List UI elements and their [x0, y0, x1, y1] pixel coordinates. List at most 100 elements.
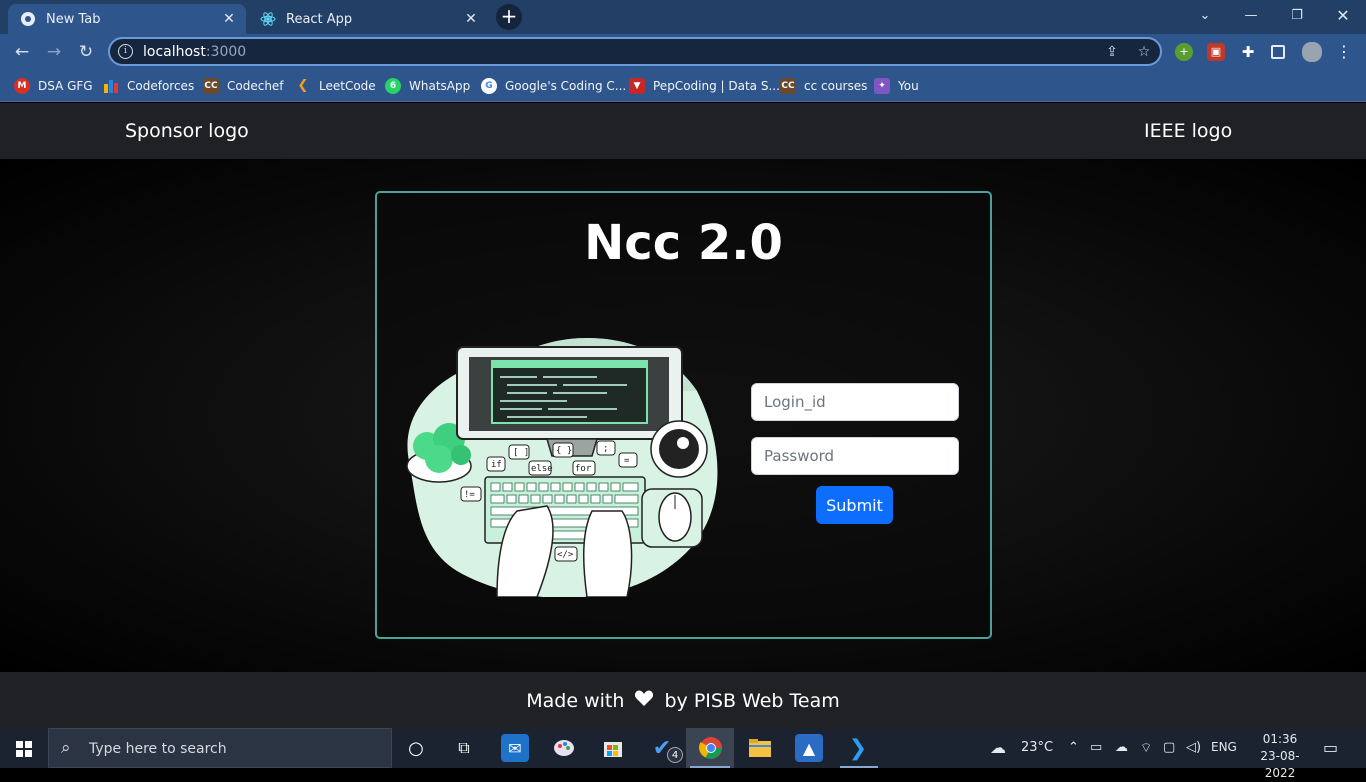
- you-icon: ✦: [874, 78, 890, 94]
- new-tab-button[interactable]: +: [496, 4, 522, 30]
- close-window-icon[interactable]: ✕: [1331, 5, 1355, 27]
- battery-icon[interactable]: ▭: [1090, 740, 1102, 755]
- windows-taskbar: ⌕ Type here to search ○ ⧉ ✉ ✔ 4 ▲ ❯ ☁ 23…: [0, 728, 1366, 780]
- chrome-taskbar-icon[interactable]: [697, 734, 725, 762]
- volume-icon[interactable]: ◁): [1186, 740, 1201, 755]
- svg-text:[ ]: [ ]: [513, 448, 529, 458]
- svg-text:!=: !=: [464, 490, 475, 500]
- onedrive-icon[interactable]: ☁: [1115, 740, 1128, 755]
- url-text[interactable]: localhost:3000: [143, 44, 246, 60]
- site-header: Sponsor logo IEEE logo: [0, 103, 1366, 159]
- cc-icon: CC: [780, 78, 796, 94]
- mail-icon[interactable]: ✉: [501, 734, 529, 762]
- language-indicator[interactable]: ENG: [1211, 740, 1237, 754]
- start-button[interactable]: [0, 728, 48, 768]
- tab-label: React App: [286, 11, 353, 27]
- task-view-icon[interactable]: ⧉: [450, 734, 478, 762]
- weather-cloud-icon[interactable]: ☁: [990, 738, 1006, 757]
- wifi-icon[interactable]: ⌔: [1140, 740, 1152, 756]
- login-card: Ncc 2.0 if [] else {} for ; = != </> L…: [375, 191, 992, 639]
- bookmark-codechef[interactable]: CC Codechef: [203, 76, 284, 96]
- bookmark-google-coding[interactable]: G Google's Coding C...: [481, 76, 626, 96]
- password-input[interactable]: [751, 437, 959, 475]
- bookmark-leetcode[interactable]: ❮ LeetCode: [295, 76, 376, 96]
- svg-text:{ }: { }: [556, 446, 572, 456]
- vscode-icon[interactable]: ❯: [844, 734, 872, 762]
- svg-text:for: for: [575, 464, 592, 474]
- bookmark-dsa-gfg[interactable]: M DSA GFG: [14, 76, 93, 96]
- site-footer: Made with by PISB Web Team: [0, 672, 1366, 728]
- taskbar-search-box[interactable]: ⌕ Type here to search: [48, 728, 392, 768]
- tray-chevron-icon[interactable]: ⌃: [1068, 740, 1079, 755]
- pepcoding-icon: ▼: [629, 78, 645, 94]
- cortana-icon[interactable]: ○: [402, 734, 430, 762]
- file-explorer-icon[interactable]: [746, 734, 774, 762]
- svg-text:=: =: [624, 456, 630, 466]
- tab-search-icon[interactable]: ⌄: [1193, 5, 1217, 27]
- react-icon: [260, 11, 276, 27]
- extension-green-icon[interactable]: +: [1175, 43, 1193, 61]
- login-id-input[interactable]: [751, 383, 959, 421]
- chrome-icon: [20, 11, 36, 27]
- browser-tab-bar: New Tab ✕ React App ✕ + ⌄ — ❐ ✕: [0, 0, 1366, 34]
- meet-icon[interactable]: ▢: [1163, 740, 1175, 755]
- svg-text:if: if: [491, 460, 502, 470]
- clock[interactable]: 01:36 23-08-2022: [1252, 731, 1308, 782]
- taskbar-search-placeholder: Type here to search: [89, 741, 227, 757]
- heart-icon: [634, 672, 654, 730]
- minimize-icon[interactable]: —: [1239, 5, 1263, 27]
- clock-date: 23-08-2022: [1260, 749, 1300, 780]
- bookmark-codeforces[interactable]: Codeforces: [103, 76, 194, 96]
- extensions-puzzle-icon[interactable]: ✚: [1239, 43, 1257, 61]
- tab-new-tab[interactable]: New Tab ✕: [8, 4, 246, 34]
- address-bar[interactable]: i localhost:3000 ⇪ ☆: [108, 37, 1162, 66]
- tab-react-app[interactable]: React App ✕: [248, 4, 488, 34]
- reload-icon[interactable]: ↻: [74, 41, 98, 63]
- leetcode-icon: ❮: [297, 78, 309, 93]
- restore-icon[interactable]: ❐: [1285, 5, 1309, 27]
- share-icon[interactable]: ⇪: [1103, 43, 1121, 61]
- paint-app-icon[interactable]: [550, 734, 578, 762]
- sponsor-logo: Sponsor logo: [125, 120, 249, 142]
- svg-text:;: ;: [603, 444, 608, 454]
- bookmark-cc-courses[interactable]: CC cc courses: [780, 76, 867, 96]
- photos-icon[interactable]: ▲: [795, 734, 823, 762]
- browser-toolbar: ← → ↻ i localhost:3000 ⇪ ☆ + ▣ ✚ ⋮: [0, 34, 1366, 70]
- svg-text:</>: </>: [557, 550, 574, 560]
- close-tab-icon[interactable]: ✕: [220, 10, 238, 28]
- bookmark-star-icon[interactable]: ☆: [1135, 43, 1153, 61]
- ieee-logo: IEEE logo: [1144, 120, 1233, 142]
- forward-icon[interactable]: →: [42, 41, 66, 63]
- clock-time: 01:36: [1262, 732, 1298, 746]
- gmail-icon: M: [14, 78, 30, 94]
- main-content: Ncc 2.0 if [] else {} for ; = != </> L…: [0, 159, 1366, 672]
- cc-icon: CC: [203, 78, 219, 94]
- submit-button[interactable]: Submit: [816, 486, 893, 524]
- profile-avatar[interactable]: [1302, 42, 1322, 62]
- search-icon: ⌕: [61, 738, 71, 758]
- todo-badge: 4: [667, 747, 683, 763]
- bookmark-pepcoding[interactable]: ▼ PepCoding | Data S...: [629, 76, 780, 96]
- site-info-icon[interactable]: i: [118, 44, 133, 59]
- close-tab-icon[interactable]: ✕: [462, 10, 480, 28]
- coding-illustration: if [ ] else { } for ; = != </>: [406, 338, 718, 597]
- store-icon[interactable]: [599, 734, 627, 762]
- svg-text:else: else: [531, 464, 553, 474]
- footer-text-before: Made with: [526, 690, 625, 712]
- google-icon: G: [481, 78, 497, 94]
- tab-label: New Tab: [46, 11, 101, 27]
- menu-kebab-icon[interactable]: ⋮: [1335, 43, 1353, 61]
- weather-temperature[interactable]: 23°C: [1021, 740, 1053, 755]
- page-title: Ncc 2.0: [584, 215, 783, 271]
- bookmarks-bar: M DSA GFG Codeforces CC Codechef ❮ LeetC…: [0, 70, 1366, 102]
- extension-red-icon[interactable]: ▣: [1207, 43, 1225, 61]
- notification-icon[interactable]: ▭: [1323, 738, 1338, 757]
- windows-logo-icon: [16, 741, 32, 757]
- back-icon[interactable]: ←: [10, 41, 34, 63]
- codeforces-icon: [103, 78, 119, 94]
- bookmark-whatsapp[interactable]: 6 WhatsApp: [385, 76, 470, 96]
- side-panel-icon[interactable]: [1271, 45, 1285, 59]
- bookmark-you[interactable]: ✦ You: [874, 76, 919, 96]
- footer-text-after: by PISB Web Team: [664, 690, 840, 712]
- whatsapp-icon: 6: [385, 78, 401, 94]
